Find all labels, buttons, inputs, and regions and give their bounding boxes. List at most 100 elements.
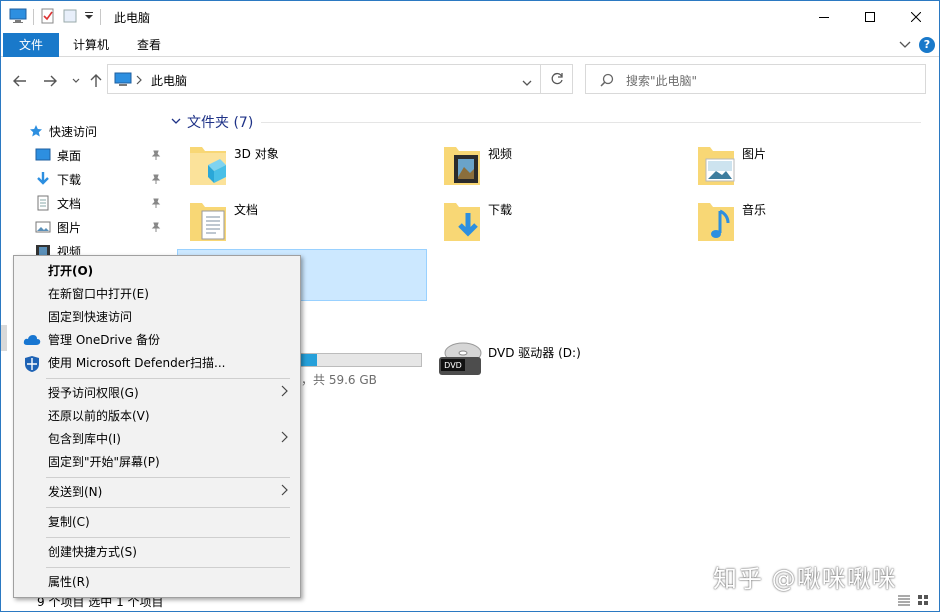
- forward-button[interactable]: [41, 72, 59, 90]
- refresh-button[interactable]: [541, 64, 573, 94]
- menu-item-restore-versions[interactable]: 还原以前的版本(V): [14, 405, 300, 427]
- nav-item-downloads[interactable]: 下载: [35, 168, 165, 190]
- menu-item-pin-quick-access[interactable]: 固定到快速访问: [14, 306, 300, 328]
- watermark-text: 知乎 @啾咪啾咪: [713, 565, 897, 593]
- menu-separator: [46, 477, 290, 478]
- defender-shield-icon: [23, 355, 41, 380]
- nav-item-documents[interactable]: 文档: [35, 192, 165, 214]
- folder-label: 3D 对象: [234, 147, 279, 161]
- pictures-folder-icon: [696, 143, 736, 190]
- close-button[interactable]: [893, 1, 939, 33]
- menu-item-properties[interactable]: 属性(R): [14, 571, 300, 593]
- chevron-down-icon: [522, 80, 532, 86]
- nav-item-quick-access[interactable]: 快速访问: [29, 120, 159, 142]
- view-switcher: [897, 594, 929, 609]
- breadcrumb-this-pc[interactable]: 此电脑: [151, 72, 187, 89]
- folders-header-label: 文件夹 (7): [187, 115, 254, 131]
- desktop-icon: [35, 148, 51, 161]
- address-history-dropdown[interactable]: [522, 76, 532, 90]
- qat-separator: [33, 9, 34, 25]
- dvd-drive-label[interactable]: DVD 驱动器 (D:): [488, 344, 581, 361]
- folder-videos[interactable]: 视频: [432, 141, 682, 193]
- new-folder-icon[interactable]: [62, 8, 78, 27]
- downloads-folder-icon: [442, 199, 482, 246]
- details-view-icon[interactable]: [897, 594, 911, 609]
- folder-label: 图片: [742, 147, 767, 161]
- group-divider: [261, 122, 921, 123]
- menu-item-create-shortcut[interactable]: 创建快捷方式(S): [14, 541, 300, 563]
- 3d-objects-folder-icon: [188, 143, 228, 190]
- menu-separator: [46, 537, 290, 538]
- folder-label: 视频: [488, 147, 513, 161]
- menu-item-open[interactable]: 打开(O): [14, 260, 300, 282]
- properties-icon[interactable]: [40, 8, 56, 27]
- folders-group-header[interactable]: 文件夹 (7): [171, 112, 253, 132]
- search-placeholder: 搜索"此电脑": [626, 74, 698, 88]
- folder-pictures[interactable]: 图片: [686, 141, 936, 193]
- pin-icon[interactable]: [151, 221, 161, 235]
- large-icons-view-icon[interactable]: [917, 594, 929, 609]
- chevron-down-icon: [72, 78, 80, 83]
- submenu-chevron-icon: [281, 382, 288, 404]
- menu-item-defender-scan[interactable]: 使用 Microsoft Defender扫描...: [14, 352, 300, 374]
- menu-item-open-new-window[interactable]: 在新窗口中打开(E): [14, 283, 300, 305]
- expand-ribbon-icon[interactable]: [899, 38, 911, 52]
- pin-icon[interactable]: [151, 149, 161, 163]
- qat-separator: [100, 9, 101, 25]
- tab-computer[interactable]: 计算机: [59, 33, 123, 57]
- submenu-chevron-icon: [281, 428, 288, 450]
- customize-qat-icon[interactable]: [84, 10, 94, 24]
- nav-item-pictures[interactable]: 图片: [35, 216, 165, 238]
- nav-item-label: 快速访问: [49, 124, 98, 139]
- menu-item-label: 使用 Microsoft Defender扫描...: [48, 356, 226, 370]
- dvd-drive-icon[interactable]: DVD: [437, 337, 483, 382]
- computer-icon: [9, 8, 27, 27]
- search-icon: [600, 73, 614, 90]
- folder-3d-objects[interactable]: 3D 对象: [178, 141, 428, 193]
- address-bar[interactable]: 此电脑: [107, 64, 541, 94]
- music-folder-icon: [696, 199, 736, 246]
- refresh-icon: [551, 72, 563, 85]
- folder-downloads[interactable]: 下载: [432, 197, 682, 249]
- menu-item-give-access[interactable]: 授予访问权限(G): [14, 382, 300, 404]
- context-menu: 打开(O) 在新窗口中打开(E) 固定到快速访问 管理 OneDrive 备份 …: [13, 255, 301, 598]
- back-arrow-icon: [13, 75, 26, 87]
- drive-capacity-text: 用，共 59.6 GB: [289, 373, 377, 387]
- documents-folder-icon: [188, 199, 228, 246]
- forward-arrow-icon: [44, 75, 57, 87]
- breadcrumb-separator-icon[interactable]: [136, 74, 142, 88]
- close-icon: [911, 12, 921, 22]
- menu-separator: [46, 507, 290, 508]
- back-button[interactable]: [11, 72, 29, 90]
- search-input[interactable]: 搜索"此电脑": [585, 64, 926, 94]
- menu-item-label: 包含到库中(I): [48, 432, 121, 446]
- menu-item-pin-start[interactable]: 固定到"开始"屏幕(P): [14, 451, 300, 473]
- minimize-button[interactable]: [801, 1, 847, 33]
- picture-icon: [35, 221, 51, 233]
- recent-locations-button[interactable]: [67, 72, 85, 90]
- minimize-icon: [819, 17, 829, 18]
- download-icon: [37, 172, 49, 185]
- onedrive-cloud-icon: [23, 332, 41, 354]
- menu-item-label: 发送到(N): [48, 485, 103, 499]
- folder-documents[interactable]: 文档: [178, 197, 428, 249]
- help-icon[interactable]: ?: [919, 37, 935, 53]
- videos-folder-icon: [442, 143, 482, 190]
- maximize-button[interactable]: [847, 1, 893, 33]
- pin-icon[interactable]: [151, 173, 161, 187]
- tab-view[interactable]: 查看: [123, 33, 175, 57]
- menu-item-label: 管理 OneDrive 备份: [48, 333, 161, 347]
- menu-separator: [46, 378, 290, 379]
- menu-item-send-to[interactable]: 发送到(N): [14, 481, 300, 503]
- tab-file[interactable]: 文件: [3, 33, 59, 57]
- menu-item-copy[interactable]: 复制(C): [14, 511, 300, 533]
- menu-item-manage-onedrive[interactable]: 管理 OneDrive 备份: [14, 329, 300, 351]
- up-button[interactable]: [87, 72, 105, 90]
- ribbon-tabs: 文件 计算机 查看 ?: [1, 33, 939, 57]
- menu-item-include-library[interactable]: 包含到库中(I): [14, 428, 300, 450]
- nav-item-desktop[interactable]: 桌面: [35, 144, 165, 166]
- folder-label: 文档: [234, 203, 259, 217]
- nav-item-label: 桌面: [57, 148, 82, 163]
- pin-icon[interactable]: [151, 197, 161, 211]
- folder-music[interactable]: 音乐: [686, 197, 936, 249]
